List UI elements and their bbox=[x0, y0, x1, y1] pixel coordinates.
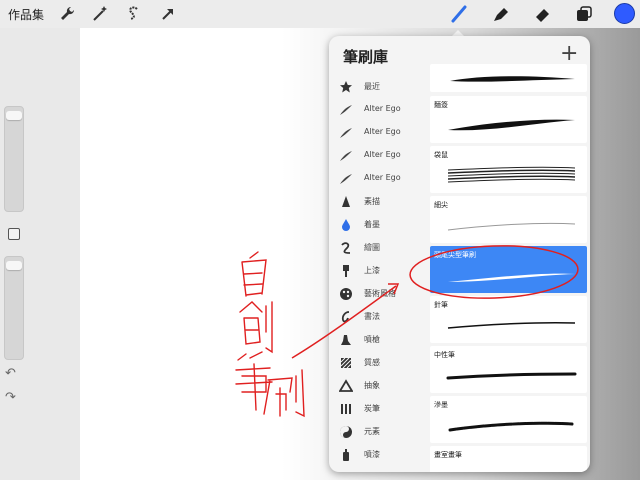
layers-icon[interactable] bbox=[574, 4, 594, 24]
stroke-icon bbox=[340, 128, 352, 138]
paint-brush-icon bbox=[343, 265, 349, 277]
palette-icon bbox=[340, 288, 352, 300]
brush-item[interactable]: 畫室畫筆 bbox=[430, 446, 587, 472]
brush-list: 麵簽 袋鼠 細尖 頭尾尖型筆刷 針筆 中性筆 滲墨 畫室畫筆 bbox=[430, 64, 587, 472]
opacity-slider-thumb[interactable] bbox=[6, 261, 22, 270]
calligraphy-icon bbox=[341, 311, 350, 323]
category-item[interactable]: 質感 bbox=[329, 353, 425, 375]
top-toolbar: 作品集 bbox=[0, 0, 640, 28]
brush-stroke-preview bbox=[446, 372, 577, 380]
left-sidebar: ↶ ↷ bbox=[2, 106, 24, 410]
brush-size-slider-thumb[interactable] bbox=[6, 111, 22, 120]
brush-item[interactable]: 中性筆 bbox=[430, 346, 587, 393]
category-item[interactable]: 最近 bbox=[329, 77, 425, 99]
undo-icon[interactable]: ↶ bbox=[5, 366, 16, 381]
category-item[interactable]: 着墨 bbox=[329, 215, 425, 237]
category-item[interactable]: Alter Ego bbox=[329, 169, 425, 191]
brush-item[interactable]: 麵簽 bbox=[430, 96, 587, 143]
category-item[interactable]: 抽象 bbox=[329, 376, 425, 398]
brush-icon[interactable] bbox=[449, 4, 469, 24]
stroke-icon bbox=[340, 151, 352, 161]
magic-wand-icon[interactable] bbox=[90, 4, 110, 24]
ink-drop-icon bbox=[342, 219, 350, 231]
category-item[interactable]: 噴槍 bbox=[329, 330, 425, 352]
triangle-icon bbox=[339, 379, 353, 392]
color-picker-button[interactable] bbox=[614, 3, 635, 24]
panel-title: 筆刷庫 bbox=[343, 48, 389, 66]
texture-icon bbox=[340, 357, 352, 369]
star-icon bbox=[340, 81, 352, 93]
selection-s-icon[interactable] bbox=[123, 4, 143, 24]
brush-size-slider[interactable] bbox=[4, 106, 24, 212]
eraser-icon[interactable] bbox=[533, 4, 553, 24]
brush-item[interactable]: 細尖 bbox=[430, 196, 587, 243]
category-list: 最近 Alter Ego Alter Ego Alter Ego Alter E… bbox=[329, 77, 425, 472]
category-item[interactable]: 炭筆 bbox=[329, 399, 425, 421]
brush-stroke-preview bbox=[450, 76, 575, 82]
transform-arrow-icon[interactable] bbox=[158, 4, 178, 24]
category-item[interactable]: 上漆 bbox=[329, 261, 425, 283]
modify-button[interactable] bbox=[8, 228, 20, 240]
category-item[interactable]: 素描 bbox=[329, 192, 425, 214]
brush-stroke-preview bbox=[448, 273, 575, 282]
brush-stroke-preview bbox=[447, 166, 576, 183]
brush-item-selected[interactable]: 頭尾尖型筆刷 bbox=[430, 246, 587, 293]
brush-library-panel: 筆刷庫 + 最近 Alter Ego Alter Ego Alter Ego A… bbox=[329, 36, 590, 472]
category-item[interactable]: Alter Ego bbox=[329, 146, 425, 168]
brush-stroke-preview bbox=[447, 222, 576, 231]
category-item[interactable]: 噴漆 bbox=[329, 445, 425, 467]
brush-stroke-preview bbox=[447, 321, 576, 329]
category-item[interactable]: 書法 bbox=[329, 307, 425, 329]
category-item[interactable]: 元素 bbox=[329, 422, 425, 444]
smudge-icon[interactable] bbox=[491, 4, 511, 24]
pencil-tip-icon bbox=[342, 196, 350, 207]
stroke-icon bbox=[340, 174, 352, 184]
brush-stroke-preview bbox=[448, 421, 574, 432]
charcoal-icon bbox=[341, 404, 351, 414]
category-item[interactable]: 繪圖 bbox=[329, 238, 425, 260]
add-brush-button[interactable]: + bbox=[560, 43, 578, 65]
stroke-icon bbox=[340, 105, 352, 115]
brush-item[interactable]: 滲墨 bbox=[430, 396, 587, 443]
category-item[interactable]: 藝術風格 bbox=[329, 284, 425, 306]
brush-item[interactable]: 袋鼠 bbox=[430, 146, 587, 193]
category-item[interactable]: Alter Ego bbox=[329, 123, 425, 145]
yin-yang-icon bbox=[340, 426, 352, 438]
wrench-icon[interactable] bbox=[58, 4, 78, 24]
gallery-button[interactable]: 作品集 bbox=[8, 6, 44, 23]
redo-icon[interactable]: ↷ bbox=[5, 390, 16, 405]
brush-stroke-preview bbox=[448, 119, 575, 131]
loop-icon bbox=[341, 242, 351, 254]
spray-can-icon bbox=[343, 449, 349, 461]
airbrush-icon bbox=[341, 335, 351, 345]
opacity-slider[interactable] bbox=[4, 256, 24, 360]
brush-item[interactable] bbox=[430, 64, 587, 92]
brush-item[interactable]: 針筆 bbox=[430, 296, 587, 343]
category-item[interactable]: Alter Ego bbox=[329, 100, 425, 122]
